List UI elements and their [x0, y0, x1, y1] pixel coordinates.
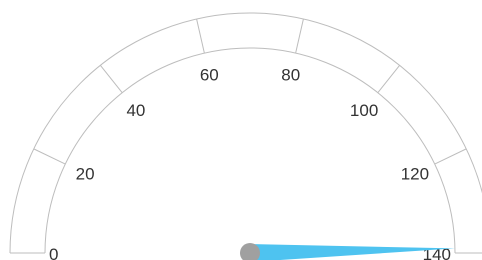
tick-label-140: 140 [423, 245, 451, 260]
tick-labels: 0 20 40 60 80 100 120 140 [49, 66, 451, 260]
tick-label-0: 0 [49, 245, 58, 260]
tick-divider-60 [196, 18, 205, 54]
tick-label-40: 40 [126, 101, 145, 120]
tick-divider-40 [99, 65, 123, 94]
tick-divider-20 [33, 148, 66, 165]
gauge-chart: 0 20 40 60 80 100 120 140 [0, 0, 482, 260]
tick-label-100: 100 [350, 101, 378, 120]
gauge-band [9, 12, 482, 254]
tick-label-80: 80 [281, 66, 300, 85]
tick-label-60: 60 [200, 66, 219, 85]
gauge-inner-arc [44, 47, 456, 254]
gauge-outer-arc [9, 12, 482, 254]
tick-divider-120 [434, 148, 467, 165]
tick-divider-100 [377, 65, 401, 94]
tick-label-20: 20 [76, 165, 95, 184]
tick-label-120: 120 [401, 165, 429, 184]
gauge-svg: 0 20 40 60 80 100 120 140 [9, 12, 482, 260]
tick-divider-80 [295, 18, 304, 54]
